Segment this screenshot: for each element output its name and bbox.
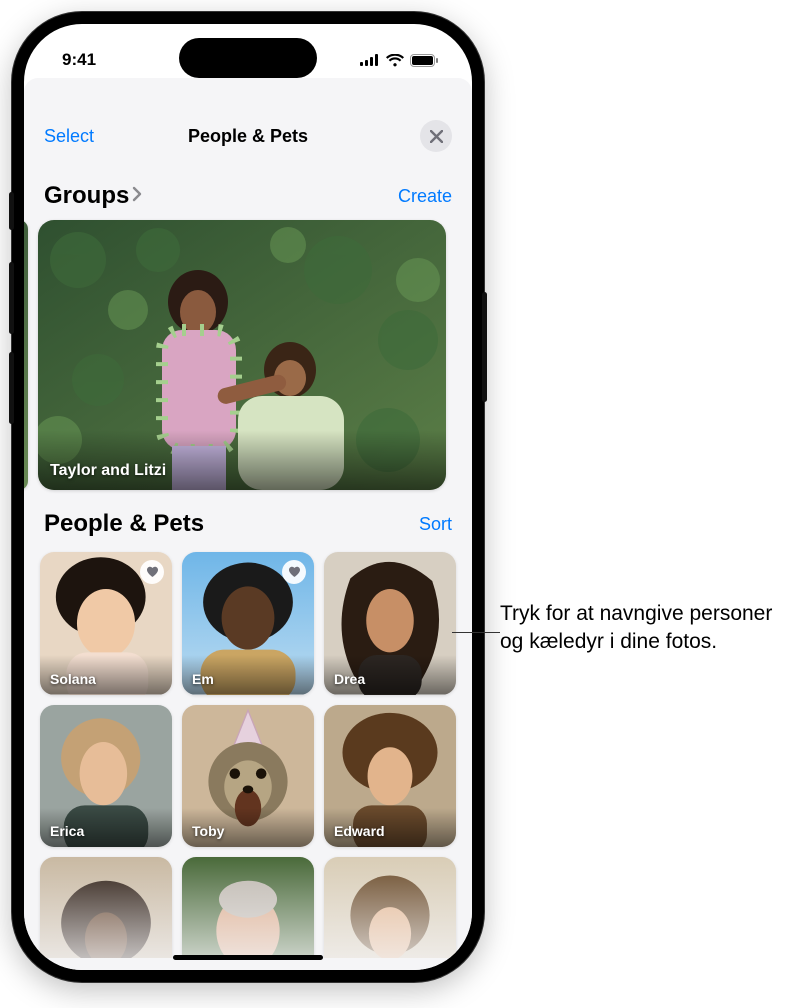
person-photo	[324, 857, 456, 958]
sort-button[interactable]: Sort	[419, 514, 452, 535]
people-title-label: People & Pets	[44, 510, 204, 538]
group-card-peek[interactable]	[24, 220, 28, 490]
status-time: 9:41	[62, 50, 96, 70]
nav-bar: Select People & Pets	[24, 108, 472, 162]
group-card-label: Taylor and Litzi	[50, 462, 166, 480]
tile-label: Drea	[334, 671, 365, 687]
person-tile-partial[interactable]	[324, 857, 456, 958]
page-title: People & Pets	[114, 126, 382, 147]
screen: 9:41 Select People & Pets	[24, 24, 472, 970]
heart-icon	[288, 566, 301, 578]
tile-label: Erica	[50, 823, 84, 839]
people-header: People & Pets Sort	[40, 490, 456, 548]
select-button[interactable]: Select	[44, 126, 114, 147]
close-icon	[430, 130, 443, 143]
tile-label: Em	[192, 671, 214, 687]
person-photo	[182, 857, 314, 958]
person-photo	[40, 857, 172, 958]
phone-frame: 9:41 Select People & Pets	[12, 12, 484, 982]
groups-title-label: Groups	[44, 182, 129, 210]
person-tile-solana[interactable]: Solana	[40, 552, 172, 695]
tile-label: Edward	[334, 823, 385, 839]
create-button[interactable]: Create	[398, 186, 452, 207]
people-title: People & Pets	[44, 510, 204, 538]
person-tile-toby[interactable]: Toby	[182, 705, 314, 848]
person-tile-partial[interactable]	[182, 857, 314, 958]
person-tile-edward[interactable]: Edward	[324, 705, 456, 848]
wifi-icon	[386, 54, 404, 67]
person-tile-em[interactable]: Em	[182, 552, 314, 695]
power-button	[482, 292, 487, 402]
dynamic-island	[179, 38, 317, 78]
side-button	[9, 192, 14, 230]
people-grid: Solana E	[40, 552, 456, 958]
volume-down-button	[9, 352, 14, 424]
cellular-icon	[360, 54, 380, 66]
battery-icon	[410, 54, 438, 67]
groups-title[interactable]: Groups	[44, 182, 143, 210]
groups-row[interactable]: Taylor and Litzi	[24, 220, 456, 490]
group-photo	[38, 220, 446, 490]
content-area: Select People & Pets Groups	[24, 78, 472, 970]
close-button[interactable]	[420, 120, 452, 152]
heart-icon	[146, 566, 159, 578]
home-indicator[interactable]	[173, 955, 323, 960]
tile-label: Toby	[192, 823, 224, 839]
status-indicators	[360, 54, 438, 67]
favorite-badge	[282, 560, 306, 584]
favorite-badge	[140, 560, 164, 584]
person-tile-drea[interactable]: Drea	[324, 552, 456, 695]
scroll-content[interactable]: Groups Create	[24, 162, 472, 958]
groups-header: Groups Create	[40, 162, 456, 220]
group-card[interactable]: Taylor and Litzi	[38, 220, 446, 490]
callout-leader-line	[452, 632, 500, 633]
callout-text: Tryk for at navngive personer og kæledyr…	[500, 600, 790, 657]
chevron-right-icon	[131, 186, 143, 207]
person-tile-erica[interactable]: Erica	[40, 705, 172, 848]
tile-label: Solana	[50, 671, 96, 687]
person-tile-partial[interactable]	[40, 857, 172, 958]
volume-up-button	[9, 262, 14, 334]
